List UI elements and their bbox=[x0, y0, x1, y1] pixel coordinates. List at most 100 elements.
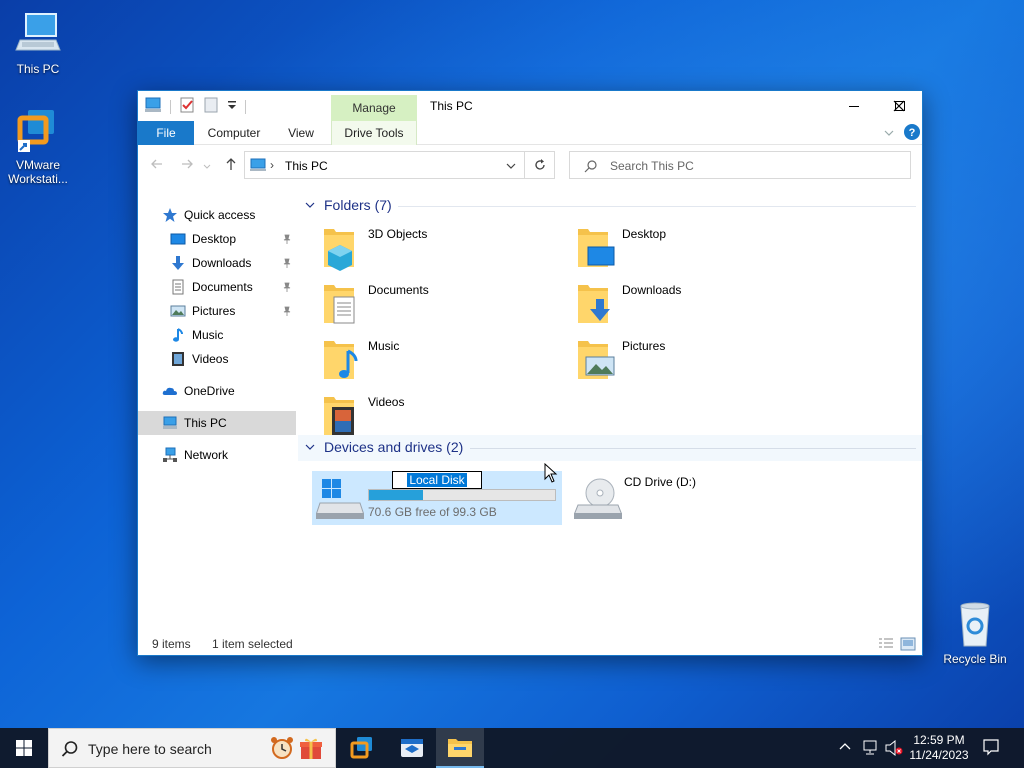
network-tray-icon[interactable] bbox=[862, 740, 880, 759]
nav-desktop[interactable]: Desktop bbox=[138, 227, 296, 251]
document-icon bbox=[170, 279, 186, 295]
taskbar-sandbox[interactable] bbox=[388, 728, 436, 768]
tab-view[interactable]: View bbox=[278, 121, 324, 145]
group-header-label: Folders (7) bbox=[324, 197, 392, 213]
disk-usage-bar bbox=[368, 489, 556, 501]
group-divider bbox=[398, 206, 916, 207]
folder-desktop-icon bbox=[574, 225, 618, 274]
recent-locations-button[interactable] bbox=[202, 157, 212, 175]
folders-group-header[interactable]: Folders (7) bbox=[304, 197, 392, 213]
folder-3d-icon bbox=[320, 225, 360, 274]
folder-documents-icon bbox=[320, 281, 360, 330]
disk-free-text: 70.6 GB free of 99.3 GB bbox=[368, 505, 497, 519]
close-button[interactable] bbox=[876, 91, 922, 121]
nav-music[interactable]: Music bbox=[138, 323, 296, 347]
pin-icon[interactable] bbox=[282, 305, 292, 316]
folder-name: Desktop bbox=[622, 227, 667, 241]
show-hidden-icons-icon[interactable] bbox=[838, 740, 852, 757]
download-arrow-icon bbox=[170, 255, 186, 271]
folder-documents[interactable]: Documents bbox=[320, 279, 570, 331]
tab-file[interactable]: File bbox=[138, 121, 194, 145]
nav-videos[interactable]: Videos bbox=[138, 347, 296, 371]
disk-usage-fill bbox=[369, 490, 423, 500]
pin-icon[interactable] bbox=[282, 257, 292, 268]
folder-name: Pictures bbox=[622, 339, 666, 353]
mouse-cursor-icon bbox=[544, 462, 558, 486]
nav-downloads[interactable]: Downloads bbox=[138, 251, 296, 275]
expand-ribbon-icon[interactable] bbox=[883, 127, 895, 142]
breadcrumb[interactable]: This PC bbox=[285, 159, 328, 173]
folder-music[interactable]: Music bbox=[320, 335, 570, 387]
drive-cd[interactable]: CD Drive (D:) bbox=[568, 471, 818, 525]
chevron-down-icon bbox=[305, 202, 315, 208]
start-button[interactable] bbox=[0, 728, 48, 768]
back-button[interactable] bbox=[148, 157, 166, 175]
desktop-icon-this-pc[interactable]: This PC bbox=[0, 10, 76, 76]
maximize-button[interactable] bbox=[831, 91, 877, 121]
folder-3d-objects[interactable]: 3D Objects bbox=[320, 223, 570, 275]
taskbar-file-explorer[interactable] bbox=[436, 728, 484, 768]
customize-toolbar-icon[interactable] bbox=[227, 99, 237, 114]
devices-group-header[interactable]: Devices and drives (2) bbox=[304, 439, 463, 455]
chevron-down-icon bbox=[305, 444, 315, 450]
nav-documents[interactable]: Documents bbox=[138, 275, 296, 299]
search-placeholder: Search This PC bbox=[610, 159, 694, 173]
taskbar-search-placeholder: Type here to search bbox=[88, 741, 212, 757]
drive-local-disk[interactable]: Local Disk 70.6 GB free of 99.3 GB bbox=[312, 471, 562, 525]
pin-icon[interactable] bbox=[282, 233, 292, 244]
nav-label: Music bbox=[192, 328, 224, 342]
nav-onedrive[interactable]: OneDrive bbox=[138, 379, 296, 403]
taskbar-search-box[interactable]: Type here to search bbox=[48, 728, 336, 768]
pin-icon[interactable] bbox=[282, 281, 292, 292]
desktop-icon-vmware[interactable]: VMware Workstati... bbox=[0, 106, 76, 186]
nav-pictures[interactable]: Pictures bbox=[138, 299, 296, 323]
vmware-icon bbox=[14, 106, 62, 154]
nav-label: OneDrive bbox=[184, 384, 235, 398]
alarm-clock-icon bbox=[269, 735, 295, 764]
manage-contextual-tab[interactable]: Manage bbox=[331, 95, 417, 121]
nav-label: Pictures bbox=[192, 304, 236, 318]
folder-name: Music bbox=[368, 339, 400, 353]
notification-icon[interactable] bbox=[982, 738, 1000, 759]
breadcrumb-separator-icon[interactable]: › bbox=[270, 158, 274, 172]
computer-small-icon bbox=[144, 97, 162, 116]
address-dropdown-icon[interactable] bbox=[505, 160, 517, 175]
nav-network[interactable]: Network bbox=[138, 443, 296, 467]
large-icons-view-icon[interactable] bbox=[900, 637, 916, 654]
up-button[interactable] bbox=[222, 157, 240, 175]
content-pane: Folders (7) 3D Objects Desktop Documents bbox=[298, 191, 922, 635]
new-folder-icon[interactable] bbox=[203, 97, 219, 116]
tab-drive-tools[interactable]: Drive Tools bbox=[331, 121, 417, 145]
nav-this-pc[interactable]: This PC bbox=[138, 411, 296, 435]
help-icon[interactable]: ? bbox=[904, 124, 920, 143]
forward-arrow-icon bbox=[182, 159, 193, 169]
folder-downloads[interactable]: Downloads bbox=[574, 279, 824, 331]
folder-music-icon bbox=[320, 337, 360, 386]
details-view-icon[interactable] bbox=[878, 637, 894, 654]
folder-desktop[interactable]: Desktop bbox=[574, 223, 824, 275]
network-icon bbox=[162, 447, 178, 463]
nav-quick-access[interactable]: Quick access bbox=[138, 203, 296, 227]
back-arrow-icon bbox=[151, 159, 162, 169]
drive-name: CD Drive (D:) bbox=[624, 475, 696, 489]
taskbar-vmware[interactable] bbox=[338, 728, 386, 768]
tab-computer[interactable]: Computer bbox=[202, 121, 266, 145]
refresh-button[interactable] bbox=[525, 151, 555, 179]
cloud-icon bbox=[162, 383, 178, 399]
folder-pictures[interactable]: Pictures bbox=[574, 335, 824, 387]
selection-count: 1 item selected bbox=[212, 637, 293, 651]
rename-input[interactable]: Local Disk bbox=[392, 471, 482, 489]
volume-muted-icon[interactable] bbox=[884, 739, 904, 759]
search-input[interactable]: Search This PC bbox=[569, 151, 911, 179]
clock-time: 12:59 PM bbox=[913, 733, 965, 747]
desktop-icon-recycle-bin[interactable]: Recycle Bin bbox=[937, 600, 1013, 666]
address-bar[interactable]: › This PC bbox=[244, 151, 525, 179]
forward-button[interactable] bbox=[178, 157, 196, 175]
desktop-icon-label: VMware bbox=[15, 158, 60, 172]
film-icon bbox=[170, 351, 186, 367]
search-icon bbox=[584, 159, 598, 176]
properties-icon[interactable] bbox=[179, 97, 195, 116]
gift-icon bbox=[299, 736, 323, 763]
clock[interactable]: 12:59 PM 11/24/2023 bbox=[904, 733, 974, 763]
windows-logo-icon bbox=[16, 740, 32, 756]
